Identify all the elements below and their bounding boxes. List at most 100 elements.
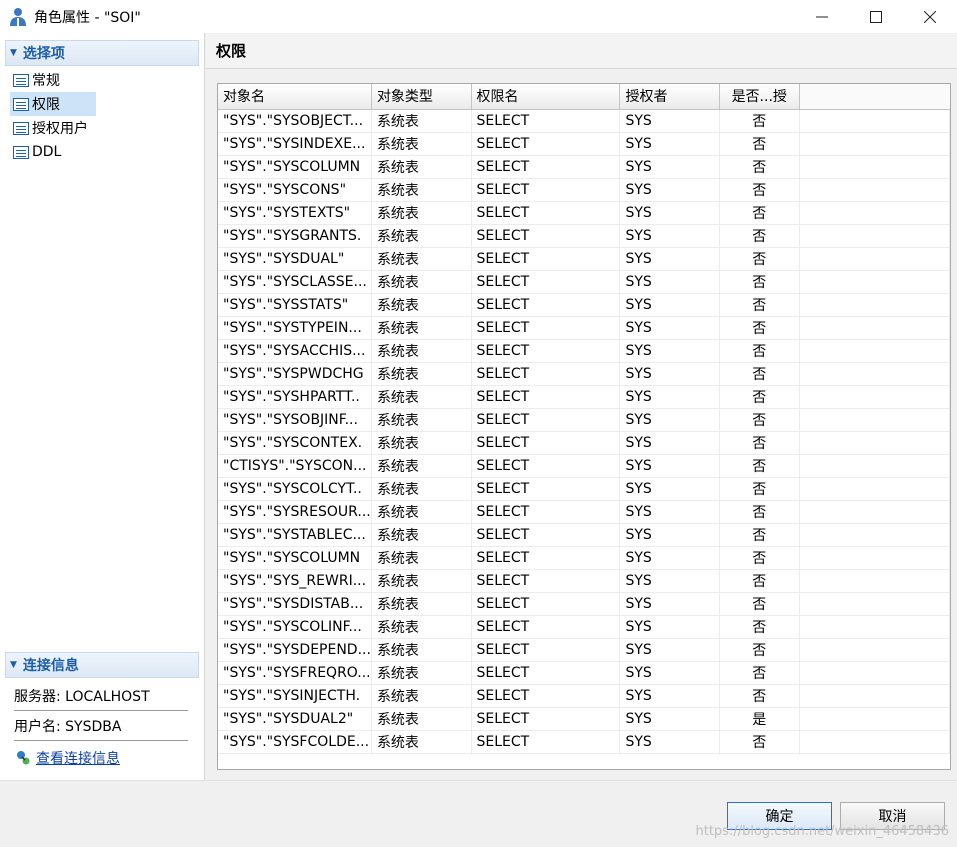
- cell-grantor: SYS: [619, 707, 720, 731]
- table-row[interactable]: "SYS"."SYSCLASSE... 系统表 SELECT SYS 否: [218, 270, 950, 294]
- cell-grantor: SYS: [619, 224, 720, 248]
- view-connection-link[interactable]: 查看连接信息: [14, 746, 120, 770]
- cell-grantable: 否: [719, 477, 800, 501]
- column-header-object-name[interactable]: 对象名: [218, 84, 372, 110]
- table-row[interactable]: "CTISYS"."SYSCON... 系统表 SELECT SYS 否: [218, 454, 950, 478]
- cell-filler: [799, 109, 950, 133]
- minimize-button[interactable]: [795, 0, 849, 33]
- cell-grantable: 否: [719, 431, 800, 455]
- cell-object-type: 系统表: [371, 592, 472, 616]
- cell-object-name: "SYS"."SYSCLASSE...: [218, 270, 372, 294]
- cell-privilege-name: SELECT: [471, 592, 621, 616]
- table-row[interactable]: "SYS"."SYSCOLUMN 系统表 SELECT SYS 否: [218, 155, 950, 179]
- cell-object-type: 系统表: [371, 477, 472, 501]
- column-header-grantable[interactable]: 是否...授: [719, 84, 800, 110]
- table-row[interactable]: "SYS"."SYSCONS" 系统表 SELECT SYS 否: [218, 178, 950, 202]
- table-row[interactable]: "SYS"."SYSCONTEX. 系统表 SELECT SYS 否: [218, 431, 950, 455]
- table-row[interactable]: "SYS"."SYSCOLCYT.. 系统表 SELECT SYS 否: [218, 477, 950, 501]
- table-row[interactable]: "SYS"."SYS_REWRI... 系统表 SELECT SYS 否: [218, 569, 950, 593]
- cell-privilege-name: SELECT: [471, 247, 621, 271]
- table-row[interactable]: "SYS"."SYSCOLUMN 系统表 SELECT SYS 否: [218, 546, 950, 570]
- cell-object-type: 系统表: [371, 201, 472, 225]
- table-body: "SYS"."SYSOBJECT... 系统表 SELECT SYS 否 "SYS"."S…: [218, 109, 950, 754]
- cell-object-type: 系统表: [371, 546, 472, 570]
- table-row[interactable]: "SYS"."SYSTEXTS" 系统表 SELECT SYS 否: [218, 201, 950, 225]
- sidebar-item-granted-users[interactable]: 授权用户: [10, 116, 92, 140]
- cell-privilege-name: SELECT: [471, 224, 621, 248]
- cell-object-name: "SYS"."SYSDUAL2": [218, 707, 372, 731]
- cell-filler: [799, 408, 950, 432]
- cell-filler: [799, 569, 950, 593]
- table-row[interactable]: "SYS"."SYSDUAL" 系统表 SELECT SYS 否: [218, 247, 950, 271]
- cell-filler: [799, 178, 950, 202]
- column-header-privilege-name[interactable]: 权限名: [471, 84, 621, 110]
- cell-object-type: 系统表: [371, 109, 472, 133]
- table-row[interactable]: "SYS"."SYSRESOUR... 系统表 SELECT SYS 否: [218, 500, 950, 524]
- selection-section-header[interactable]: ▼ 选择项: [5, 40, 199, 66]
- cell-grantor: SYS: [619, 408, 720, 432]
- cell-privilege-name: SELECT: [471, 431, 621, 455]
- cell-object-name: "SYS"."SYSINJECTH.: [218, 684, 372, 708]
- sidebar-item-ddl[interactable]: DDL: [10, 140, 65, 164]
- cell-object-name: "SYS"."SYSTABLEC...: [218, 523, 372, 547]
- cell-filler: [799, 546, 950, 570]
- sidebar-item-privileges[interactable]: 权限: [10, 92, 96, 116]
- cell-privilege-name: SELECT: [471, 546, 621, 570]
- cell-grantor: SYS: [619, 132, 720, 156]
- table-row[interactable]: "SYS"."SYSSTATS" 系统表 SELECT SYS 否: [218, 293, 950, 317]
- table-row[interactable]: "SYS"."SYSCOLINF... 系统表 SELECT SYS 否: [218, 615, 950, 639]
- table-row[interactable]: "SYS"."SYSGRANTS. 系统表 SELECT SYS 否: [218, 224, 950, 248]
- cell-filler: [799, 500, 950, 524]
- cell-object-name: "SYS"."SYSSTATS": [218, 293, 372, 317]
- table-row[interactable]: "SYS"."SYSOBJINF... 系统表 SELECT SYS 否: [218, 408, 950, 432]
- cell-grantable: 否: [719, 385, 800, 409]
- column-header-object-type[interactable]: 对象类型: [371, 84, 472, 110]
- cell-grantor: SYS: [619, 109, 720, 133]
- table-row[interactable]: "SYS"."SYSACCHIS... 系统表 SELECT SYS 否: [218, 339, 950, 363]
- connection-section-header[interactable]: ▼ 连接信息: [5, 652, 199, 678]
- cell-privilege-name: SELECT: [471, 615, 621, 639]
- list-page-icon: [13, 145, 29, 159]
- table-row[interactable]: "SYS"."SYSOBJECT... 系统表 SELECT SYS 否: [218, 109, 950, 133]
- table-row[interactable]: "SYS"."SYSINDEXE... 系统表 SELECT SYS 否: [218, 132, 950, 156]
- cell-object-type: 系统表: [371, 247, 472, 271]
- table-row[interactable]: "SYS"."SYSTYPEIN... 系统表 SELECT SYS 否: [218, 316, 950, 340]
- maximize-button[interactable]: [849, 0, 903, 33]
- cell-object-type: 系统表: [371, 523, 472, 547]
- cell-object-name: "SYS"."SYSTYPEIN...: [218, 316, 372, 340]
- table-row[interactable]: "SYS"."SYSDEPEND... 系统表 SELECT SYS 否: [218, 638, 950, 662]
- cell-grantable: 否: [719, 316, 800, 340]
- table-row[interactable]: "SYS"."SYSDUAL2" 系统表 SELECT SYS 是: [218, 707, 950, 731]
- table-row[interactable]: "SYS"."SYSINJECTH. 系统表 SELECT SYS 否: [218, 684, 950, 708]
- cell-grantable: 否: [719, 201, 800, 225]
- sidebar-item-general[interactable]: 常规: [10, 68, 64, 92]
- cell-filler: [799, 592, 950, 616]
- cell-object-name: "CTISYS"."SYSCON...: [218, 454, 372, 478]
- cell-grantable: 是: [719, 707, 800, 731]
- cell-grantable: 否: [719, 730, 800, 754]
- table-row[interactable]: "SYS"."SYSHPARTT.. 系统表 SELECT SYS 否: [218, 385, 950, 409]
- cell-object-name: "SYS"."SYSDISTAB...: [218, 592, 372, 616]
- table-row[interactable]: "SYS"."SYSFCOLDE... 系统表 SELECT SYS 否: [218, 730, 950, 754]
- role-user-icon: [10, 7, 26, 26]
- cell-privilege-name: SELECT: [471, 293, 621, 317]
- cell-filler: [799, 201, 950, 225]
- cell-object-name: "SYS"."SYS_REWRI...: [218, 569, 372, 593]
- cell-privilege-name: SELECT: [471, 523, 621, 547]
- table-row[interactable]: "SYS"."SYSTABLEC... 系统表 SELECT SYS 否: [218, 523, 950, 547]
- privileges-table-container[interactable]: 对象名 对象类型 权限名 授权者 是否...授 "SYS"."SYSOBJECT…: [217, 83, 951, 770]
- cell-filler: [799, 707, 950, 731]
- table-row[interactable]: "SYS"."SYSFREQRO... 系统表 SELECT SYS 否: [218, 661, 950, 685]
- cell-object-name: "SYS"."SYSINDEXE...: [218, 132, 372, 156]
- close-button[interactable]: [903, 0, 957, 33]
- cell-privilege-name: SELECT: [471, 201, 621, 225]
- cell-object-name: "SYS"."SYSCOLUMN: [218, 546, 372, 570]
- cell-object-type: 系统表: [371, 178, 472, 202]
- column-header-grantor[interactable]: 授权者: [619, 84, 720, 110]
- table-row[interactable]: "SYS"."SYSDISTAB... 系统表 SELECT SYS 否: [218, 592, 950, 616]
- table-row[interactable]: "SYS"."SYSPWDCHG 系统表 SELECT SYS 否: [218, 362, 950, 386]
- sidebar-item-label: DDL: [32, 144, 62, 160]
- cell-object-type: 系统表: [371, 500, 472, 524]
- cell-object-name: "SYS"."SYSDUAL": [218, 247, 372, 271]
- dialog-button-bar: 确定 取消 https://blog.csdn.net/weixin_46458…: [0, 780, 957, 847]
